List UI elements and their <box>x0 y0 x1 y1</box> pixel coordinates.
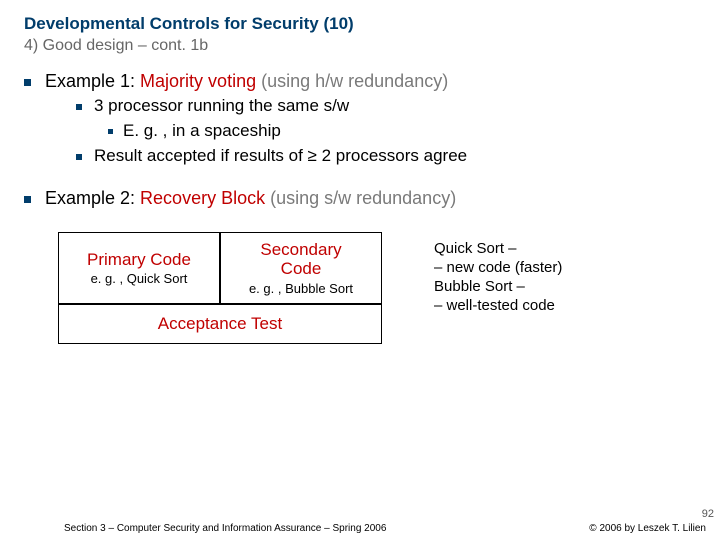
ex2-lead: Example 2: <box>45 188 140 208</box>
note-line: – new code (faster) <box>434 259 562 278</box>
footer-left: Section 3 – Computer Security and Inform… <box>64 523 386 534</box>
note-line: Quick Sort – <box>434 240 562 259</box>
ex1-name: Majority voting <box>140 71 261 91</box>
ex1-lead: Example 1: <box>45 71 140 91</box>
primary-title: Primary Code <box>87 251 191 270</box>
note-line: – well-tested code <box>434 297 562 316</box>
secondary-code-box: Secondary Code e. g. , Bubble Sort <box>220 232 382 304</box>
page-number: 92 <box>702 508 714 520</box>
ex2-name: Recovery Block <box>140 188 270 208</box>
footer-right: © 2006 by Leszek T. Lilien <box>589 523 706 534</box>
secondary-title2: Code <box>281 260 322 279</box>
ex2-note: (using s/w redundancy) <box>270 188 456 208</box>
ex1-note: (using h/w redundancy) <box>261 71 448 91</box>
example2-line: Example 2: Recovery Block (using s/w red… <box>45 186 456 210</box>
ex1-sub1: 3 processor running the same s/w <box>94 95 349 118</box>
footer: Section 3 – Computer Security and Inform… <box>0 523 720 534</box>
bullet-icon <box>76 104 82 110</box>
acceptance-test-box: Acceptance Test <box>58 304 382 344</box>
bullet-icon <box>24 196 31 203</box>
bullet-icon <box>108 129 113 134</box>
secondary-sub: e. g. , Bubble Sort <box>249 281 353 296</box>
slide-subtitle: 4) Good design – cont. 1b <box>24 37 700 55</box>
diagram-area: Primary Code e. g. , Quick Sort Secondar… <box>24 226 700 376</box>
ex1-sub2: Result accepted if results of ≥ 2 proces… <box>94 145 467 168</box>
secondary-title1: Secondary <box>260 241 341 260</box>
bullet-icon <box>24 79 31 86</box>
example1-line: Example 1: Majority voting (using h/w re… <box>45 69 448 93</box>
bullet-icon <box>76 154 82 160</box>
diagram-notes: Quick Sort – – new code (faster) Bubble … <box>434 240 562 315</box>
primary-sub: e. g. , Quick Sort <box>91 271 188 286</box>
ex1-sub1a: E. g. , in a spaceship <box>123 120 281 143</box>
note-line: Bubble Sort – <box>434 278 562 297</box>
slide-title: Developmental Controls for Security (10) <box>24 14 700 34</box>
primary-code-box: Primary Code e. g. , Quick Sort <box>58 232 220 304</box>
